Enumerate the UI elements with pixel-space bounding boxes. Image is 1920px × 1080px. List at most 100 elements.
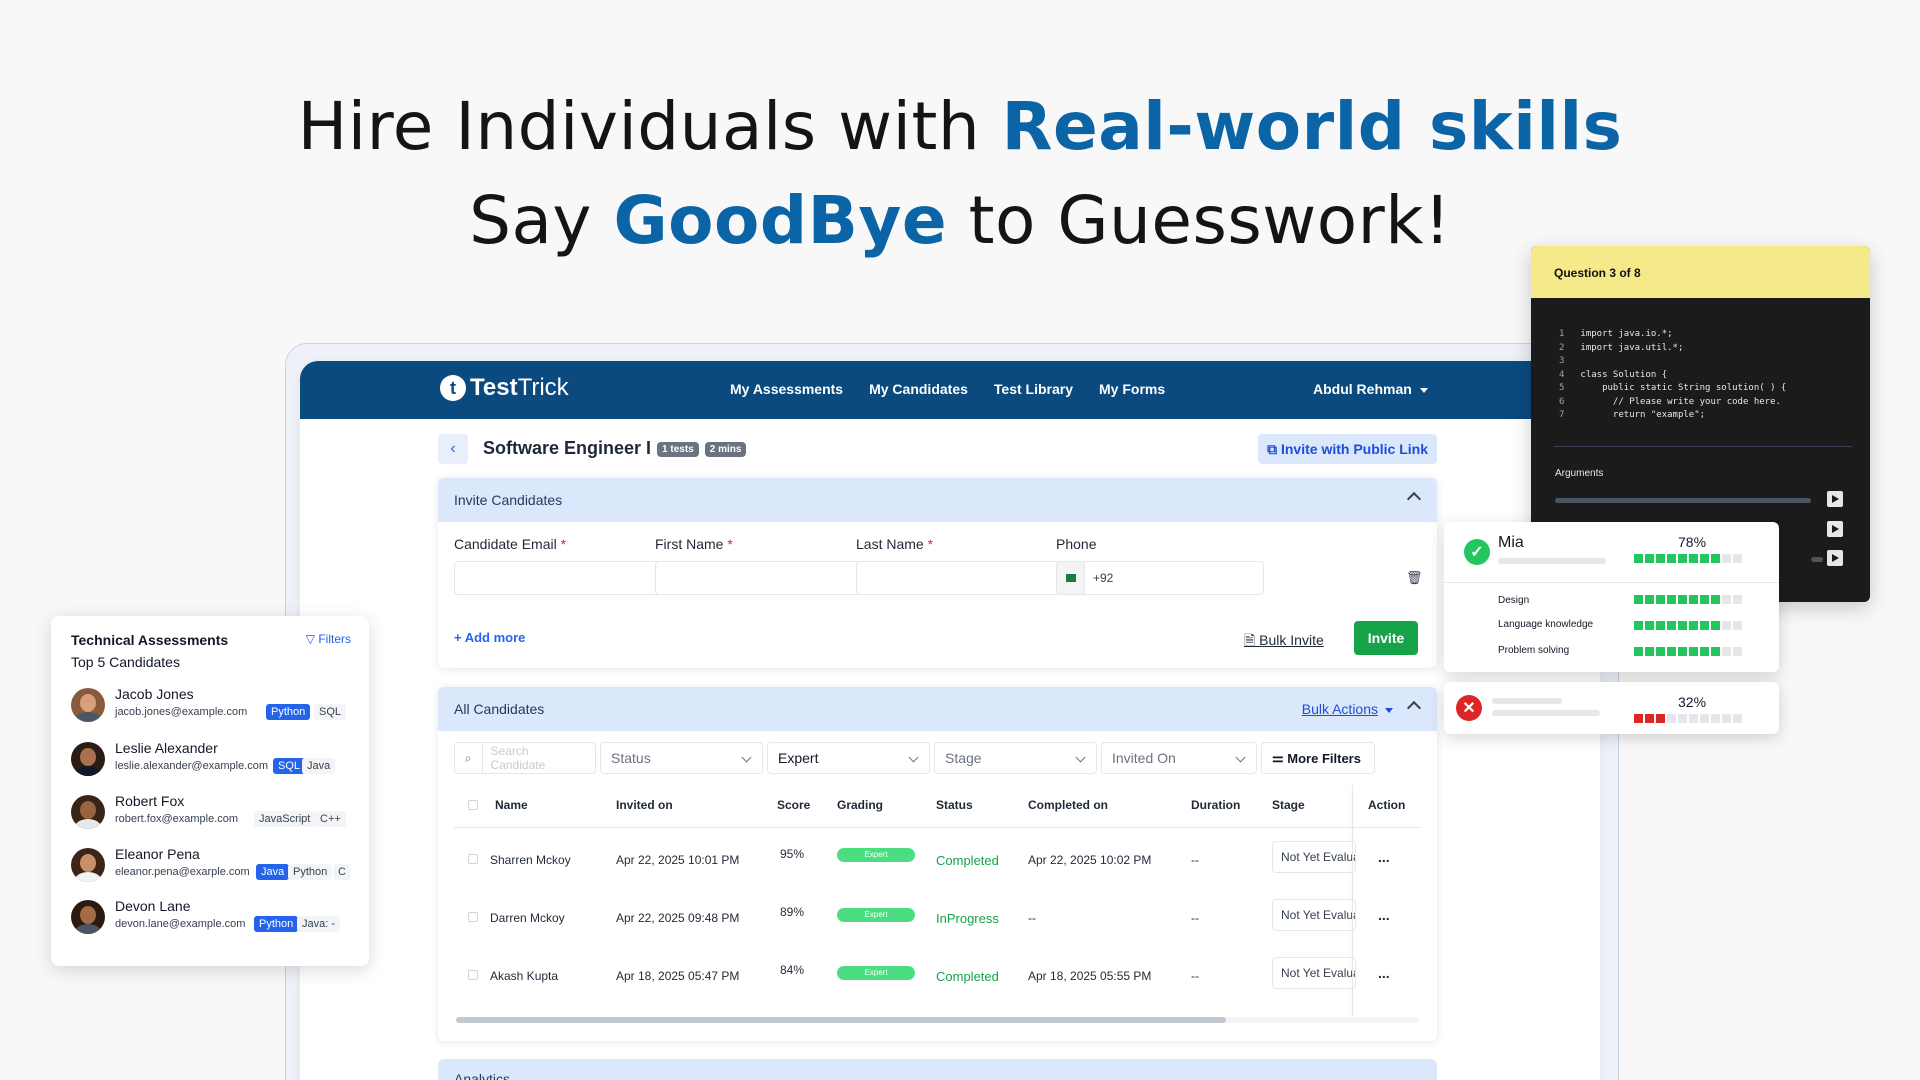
invited-on-filter[interactable]: Invited On [1101,742,1257,774]
row-checkbox[interactable] [468,912,478,922]
skill-tag: SQL [273,758,306,774]
nav-test-library[interactable]: Test Library [994,381,1073,397]
filters-button[interactable]: ▽ Filters [306,632,351,646]
add-more-link[interactable]: + Add more [454,630,525,645]
score-segment [1634,714,1643,723]
table-row[interactable]: Darren Mckoy Apr 22, 2025 09:48 PM 89% E… [438,889,1437,947]
argument-field[interactable] [1555,498,1811,503]
first-label-text: First Name [655,536,724,552]
horizontal-scrollbar[interactable] [456,1017,1419,1023]
avatar [71,795,105,829]
stage-dropdown[interactable]: Not Yet Evaluated [1272,841,1356,873]
bulk-actions-dropdown[interactable]: Bulk Actions [1302,701,1393,717]
first-name-label: First Name * [655,536,733,552]
chevron-up-icon[interactable] [1406,491,1422,507]
col-status[interactable]: Status [936,798,973,812]
user-menu[interactable]: Abdul Rehman [1313,381,1428,397]
row-checkbox[interactable] [468,854,478,864]
code-line: 1 import java.io.*; [1559,328,1786,342]
candidate-score-card-fail[interactable]: ✕ 32% [1444,682,1779,734]
col-stage[interactable]: Stage [1272,798,1305,812]
table-row[interactable]: Akash Kupta Apr 18, 2025 05:47 PM 84% Ex… [438,947,1437,1005]
score-segment [1711,554,1720,563]
back-button[interactable]: ‹ [438,434,468,464]
trash-icon[interactable]: 🗑 [1406,570,1423,586]
more-actions-icon[interactable]: ... [1378,965,1390,981]
first-name-input[interactable] [655,561,881,595]
score-segment [1667,595,1676,604]
nav-my-assessments[interactable]: My Assessments [730,381,843,397]
list-item[interactable]: Eleanor Pena eleanor.pena@exarple.com Ja… [71,846,361,898]
candidate-score-card-pass[interactable]: ✓ Mia 78% Design Language knowledge Prob… [1444,522,1779,672]
col-score[interactable]: Score [777,798,810,812]
analytics-header[interactable]: Analytics [438,1059,1437,1080]
avatar-body [74,819,102,829]
avatar [71,848,105,882]
flag-dropdown[interactable] [1057,562,1085,594]
col-completed-on[interactable]: Completed on [1028,798,1108,812]
score-segment [1656,647,1665,656]
invite-header[interactable]: Invite Candidates [438,478,1437,522]
invite-public-link-button[interactable]: ⧉ Invite with Public Link [1258,434,1437,464]
row-checkbox[interactable] [468,970,478,980]
list-item[interactable]: Jacob Jones jacob.jones@example.com Pyth… [71,686,361,738]
play-icon[interactable] [1827,550,1843,566]
avatar-face [80,694,96,712]
score-segment [1689,554,1698,563]
candidate-name: Robert Fox [115,793,185,809]
code-text: return "example"; [1580,410,1706,420]
code-line: 5 public static String solution( ) { [1559,382,1786,396]
stage-dropdown[interactable]: Not Yet Evaluated [1272,899,1356,931]
scrollbar-thumb[interactable] [456,1017,1226,1023]
score-segment [1711,714,1720,723]
select-all-checkbox[interactable] [468,800,478,810]
table-row[interactable]: Sharren Mckoy Apr 22, 2025 10:01 PM 95% … [438,831,1437,889]
tests-pill: 1 tests [657,441,699,457]
nav-my-forms[interactable]: My Forms [1099,381,1165,397]
bulk-invite-link[interactable]: 🗎 Bulk Invite [1244,630,1324,654]
nav-my-candidates[interactable]: My Candidates [869,381,968,397]
cell-score: 95% [780,847,805,861]
hero-highlight: Real-world skills [1001,88,1623,165]
more-actions-icon[interactable]: ... [1378,849,1390,865]
chevron-up-icon[interactable] [1406,700,1422,716]
col-grading[interactable]: Grading [837,798,883,812]
email-input[interactable] [454,561,680,595]
code-line: 6 // Please write your code here. [1559,396,1786,410]
skill-segments [1634,595,1742,604]
score-segment [1711,621,1720,630]
logo[interactable]: t Test Trick [440,374,569,402]
status-filter[interactable]: Status [600,742,763,774]
more-filters-button[interactable]: ⚌ More Filters [1261,742,1375,774]
last-name-input[interactable] [856,561,1082,595]
play-icon[interactable] [1827,521,1843,537]
stage-filter[interactable]: Stage [934,742,1097,774]
stage-dropdown[interactable]: Not Yet Evaluated [1272,957,1356,989]
list-item[interactable]: Robert Fox robert.fox@example.com JavaSc… [71,793,361,845]
list-item[interactable]: Leslie Alexander leslie.alexander@exampl… [71,740,361,792]
phone-input[interactable]: +92 [1056,561,1264,595]
list-item[interactable]: Devon Lane devon.lane@example.com Python… [71,898,361,950]
invite-candidates-card: Invite Candidates Candidate Email * Firs… [438,478,1437,668]
score-segment [1711,647,1720,656]
invite-header-label: Invite Candidates [454,492,563,508]
grading-filter[interactable]: Expert [767,742,930,774]
cell-invited: Apr 22, 2025 09:48 PM [616,911,740,925]
avatar-body [74,712,102,722]
col-duration[interactable]: Duration [1191,798,1240,812]
skill-tag: C [333,864,351,880]
avatar [71,688,105,722]
invite-button[interactable]: Invite [1354,621,1418,655]
col-action: Action [1368,798,1406,812]
code-editor[interactable]: 1 import java.io.*; 2 import java.util.*; 3 4… [1559,328,1786,423]
skill-label: Problem solving [1498,645,1570,656]
col-name[interactable]: Name [495,798,528,812]
sliders-icon: ⚌ [1272,750,1288,765]
score-segment [1722,647,1731,656]
more-actions-icon[interactable]: ... [1378,907,1390,923]
argument-field[interactable] [1811,557,1823,562]
col-invited-on[interactable]: Invited on [616,798,673,812]
search-candidate-input[interactable]: ⌕ Search Candidate [454,742,596,774]
line-number: 7 [1559,410,1565,420]
play-icon[interactable] [1827,491,1843,507]
